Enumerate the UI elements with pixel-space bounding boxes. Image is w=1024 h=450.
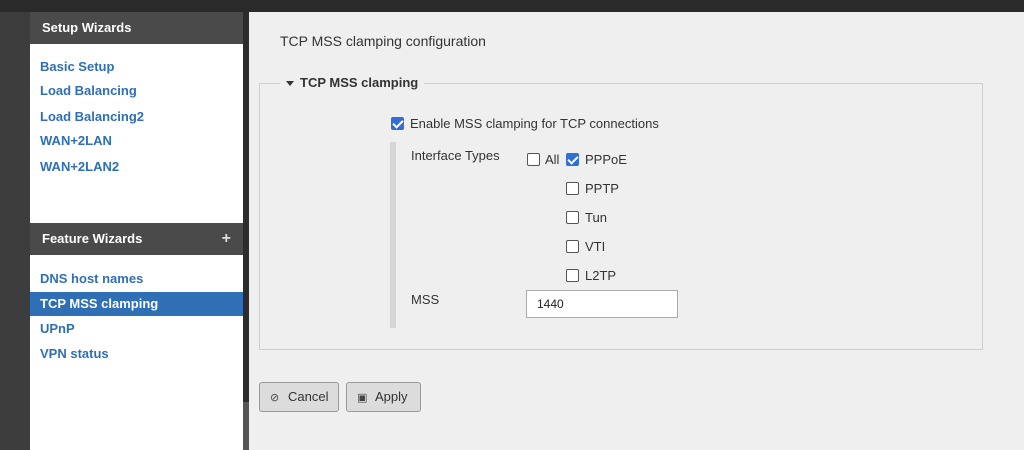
interface-tun-checkbox[interactable]: [566, 211, 579, 224]
sidebar: Setup Wizards Basic Setup Load Balancing…: [30, 12, 243, 450]
interface-all-checkbox[interactable]: [527, 153, 540, 166]
cancel-button-label: Cancel: [288, 389, 329, 404]
expand-plus-icon[interactable]: +: [222, 223, 231, 255]
top-bar: [0, 0, 1024, 12]
apply-button[interactable]: ▣ Apply: [346, 382, 421, 412]
sidebar-item-tcp-mss-clamping[interactable]: TCP MSS clamping: [30, 292, 243, 316]
interface-tun-label[interactable]: Tun: [585, 210, 607, 225]
interface-pppoe-checkbox[interactable]: [566, 153, 579, 166]
sidebar-item-basic-setup[interactable]: Basic Setup: [30, 55, 243, 79]
interface-pptp-checkbox[interactable]: [566, 182, 579, 195]
cancel-icon: ⊘: [270, 392, 280, 404]
main-content: TCP MSS clamping configuration TCP MSS c…: [249, 12, 1024, 450]
sidebar-item-dns-host-names[interactable]: DNS host names: [30, 267, 243, 291]
left-frame: [0, 12, 30, 450]
page-title: TCP MSS clamping configuration: [280, 33, 486, 49]
interface-l2tp-checkbox[interactable]: [566, 269, 579, 282]
enable-mss-clamping-checkbox[interactable]: [391, 117, 404, 130]
section-legend[interactable]: TCP MSS clamping: [280, 75, 425, 90]
setup-wizards-header: Setup Wizards: [30, 12, 243, 44]
mss-input[interactable]: [526, 290, 678, 318]
sidebar-item-wan-2lan2[interactable]: WAN+2LAN2: [30, 155, 243, 179]
indent-bar: [390, 142, 396, 328]
interface-vti-checkbox[interactable]: [566, 240, 579, 253]
sidebar-item-wan-2lan[interactable]: WAN+2LAN: [30, 129, 243, 153]
collapse-triangle-icon[interactable]: [286, 81, 294, 87]
section-legend-label: TCP MSS clamping: [300, 75, 419, 90]
setup-wizards-title: Setup Wizards: [42, 20, 132, 35]
interface-all-label[interactable]: All: [545, 152, 559, 167]
interface-types-label: Interface Types: [411, 148, 500, 163]
sidebar-item-upnp[interactable]: UPnP: [30, 317, 243, 341]
enable-mss-clamping-label[interactable]: Enable MSS clamping for TCP connections: [410, 116, 659, 131]
mss-label: MSS: [411, 292, 440, 307]
cancel-button[interactable]: ⊘ Cancel: [259, 382, 339, 412]
interface-vti-label[interactable]: VTI: [585, 239, 605, 254]
sidebar-item-load-balancing[interactable]: Load Balancing: [30, 79, 243, 103]
mss-clamping-fieldset: TCP MSS clamping Enable MSS clamping for…: [259, 75, 983, 350]
feature-wizards-header[interactable]: Feature Wizards +: [30, 223, 243, 255]
interface-pptp-label[interactable]: PPTP: [585, 181, 619, 196]
apply-button-label: Apply: [375, 389, 408, 404]
save-icon: ▣: [357, 392, 368, 404]
interface-l2tp-label[interactable]: L2TP: [585, 268, 616, 283]
sidebar-item-vpn-status[interactable]: VPN status: [30, 342, 243, 366]
interface-pppoe-label[interactable]: PPPoE: [585, 152, 627, 167]
sidebar-item-load-balancing2[interactable]: Load Balancing2: [30, 105, 243, 129]
feature-wizards-title: Feature Wizards: [42, 231, 143, 246]
